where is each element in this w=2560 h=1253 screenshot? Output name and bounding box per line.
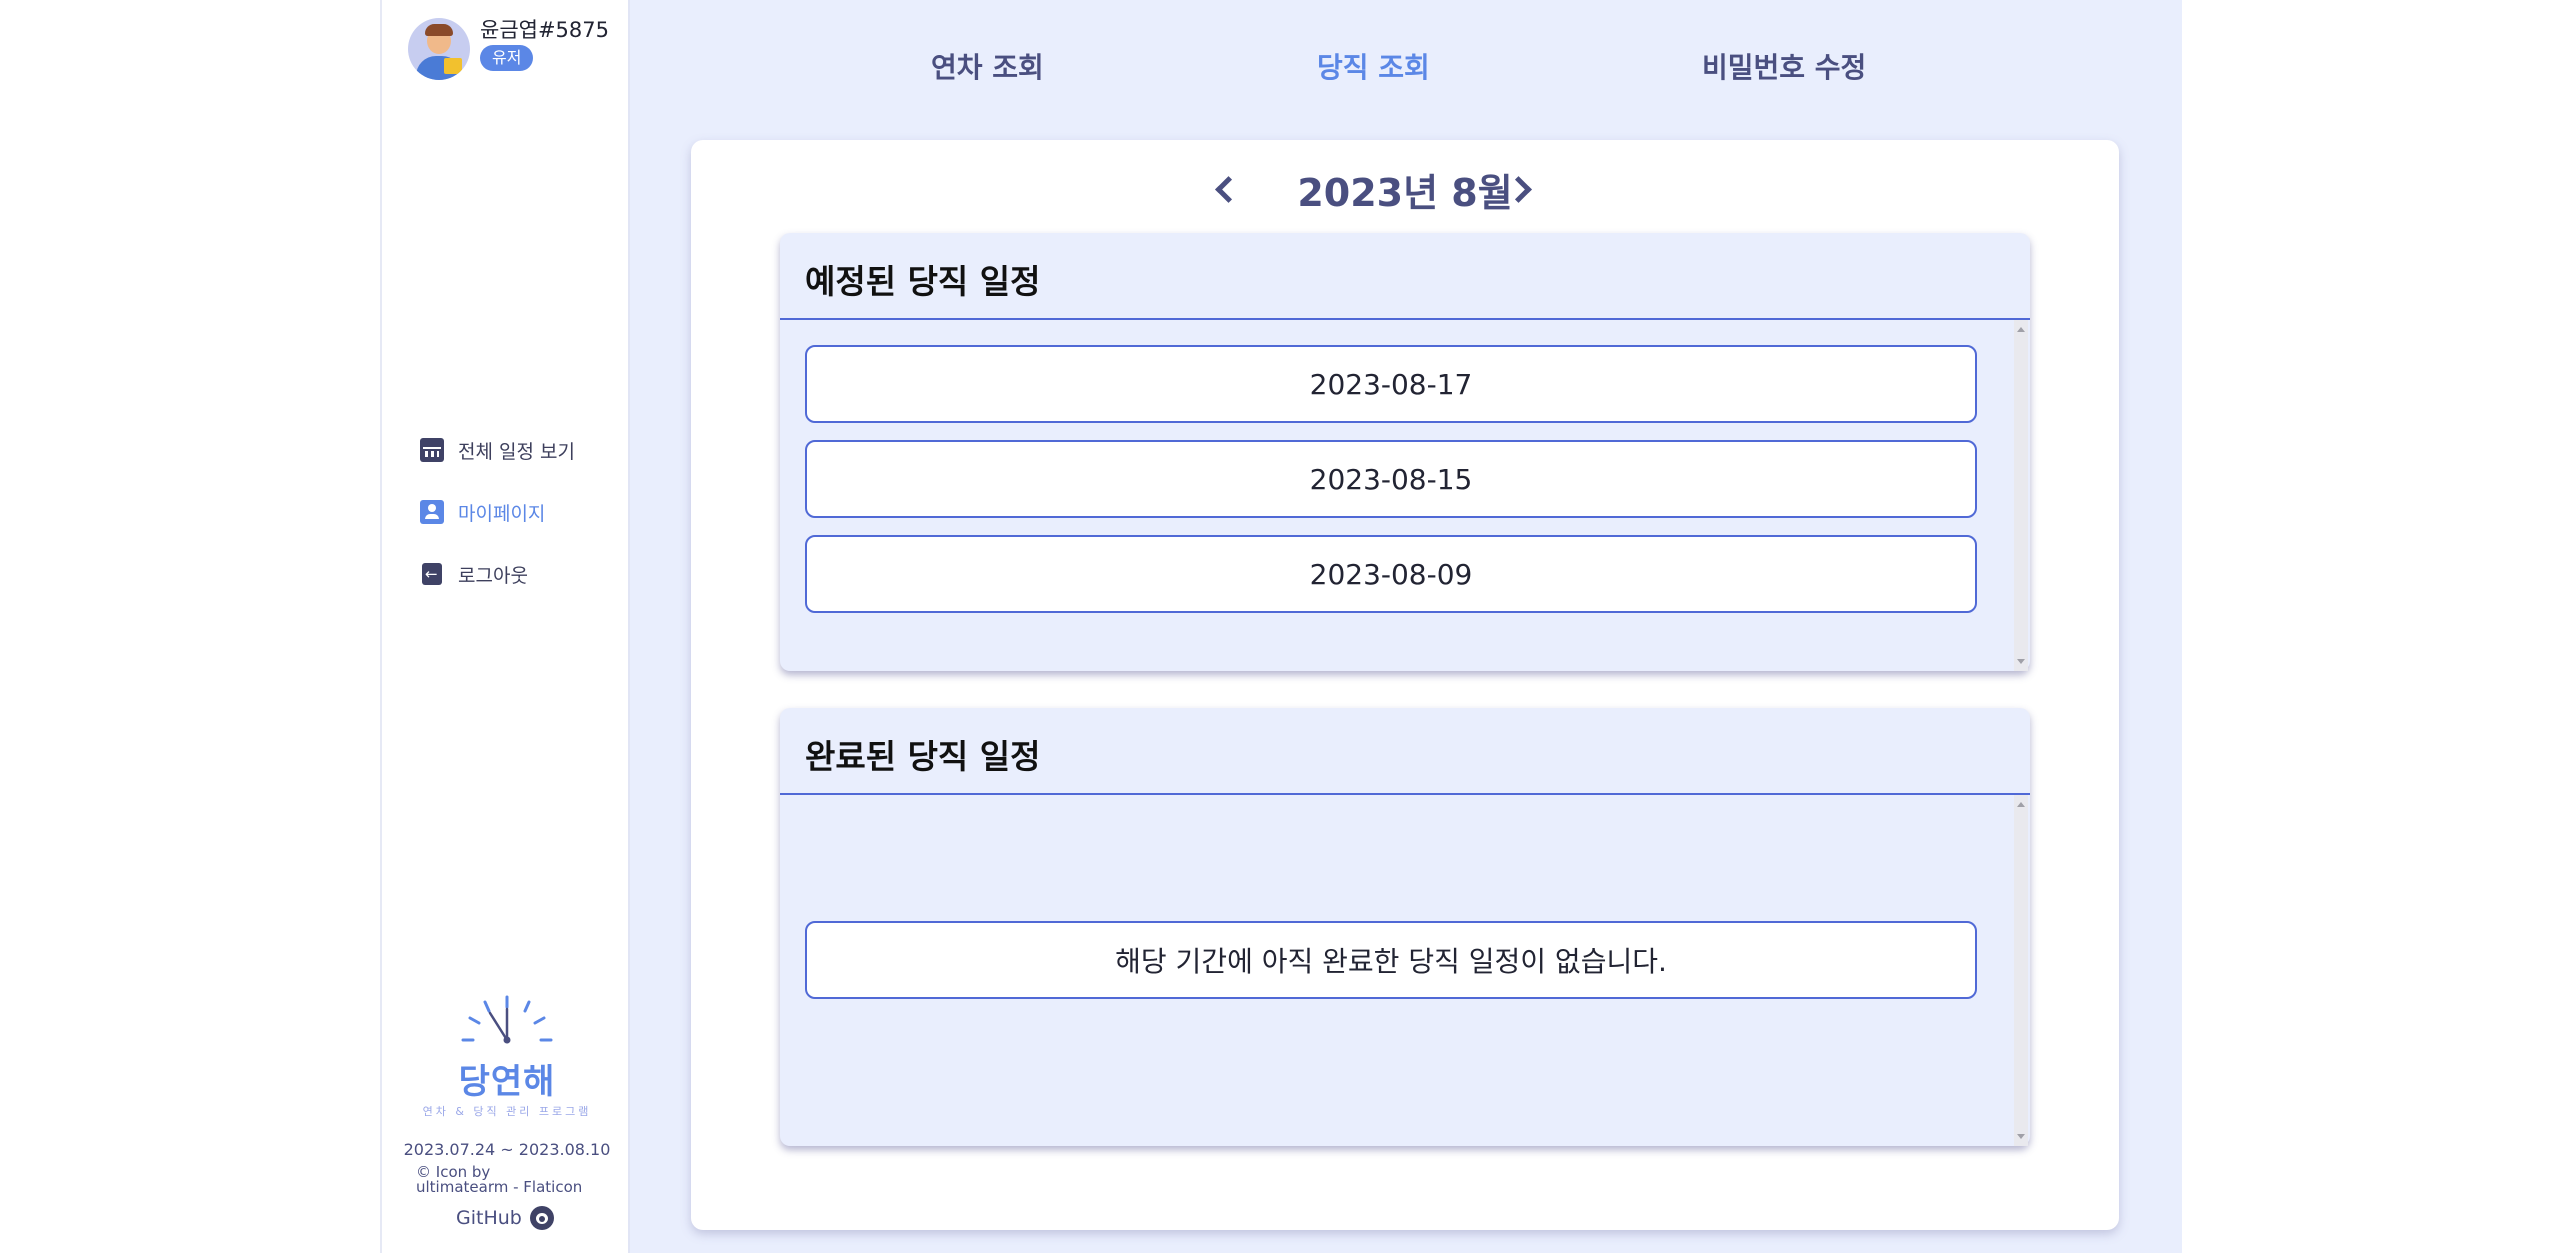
role-badge: 유저 [480, 45, 534, 71]
github-label: GitHub [456, 1207, 522, 1229]
sidebar-item-mypage[interactable]: 마이페이지 [420, 500, 575, 525]
upcoming-duty-card: 예정된 당직 일정 2023-08-17 2023-08-15 2023-08-… [780, 233, 2030, 671]
list-item[interactable]: 2023-08-15 [805, 440, 1977, 518]
sidebar-item-all-schedule[interactable]: 전체 일정 보기 [420, 438, 575, 463]
username: 윤금엽#5875 [480, 18, 609, 42]
upcoming-duty-list: 2023-08-17 2023-08-15 2023-08-09 [780, 320, 2030, 671]
main-content: 연차 조회 당직 조회 비밀번호 수정 2023년 8월 예정된 당직 일정 2… [630, 0, 2182, 1253]
tab-change-password[interactable]: 비밀번호 수정 [1702, 46, 1866, 86]
completed-duty-card: 완료된 당직 일정 해당 기간에 아직 완료한 당직 일정이 없습니다. [780, 708, 2030, 1146]
empty-message: 해당 기간에 아직 완료한 당직 일정이 없습니다. [805, 921, 1977, 999]
sidebar: 윤금엽#5875 유저 전체 일정 보기 마이페이지 로그아웃 [380, 0, 630, 1253]
tab-duty[interactable]: 당직 조회 [1317, 46, 1430, 86]
icon-credit: © Icon by ultimatearm - Flaticon [416, 1165, 582, 1195]
logo-subtitle: 연차 & 당직 관리 프로그램 [422, 1105, 592, 1118]
sidebar-item-label: 전체 일정 보기 [458, 440, 575, 463]
github-icon [529, 1206, 554, 1230]
clock-logo-icon [461, 995, 553, 1044]
month-title: 2023년 8월 [1297, 171, 1513, 215]
logo-title: 당연해 [458, 1062, 556, 1102]
logout-icon [422, 563, 442, 585]
duty-panel: 2023년 8월 예정된 당직 일정 2023-08-17 2023-08-15… [691, 140, 2119, 1230]
tab-annual-leave[interactable]: 연차 조회 [931, 46, 1044, 86]
list-item[interactable]: 2023-08-09 [805, 535, 1977, 613]
sidebar-item-logout[interactable]: 로그아웃 [420, 562, 575, 587]
calendar-icon [420, 438, 444, 462]
completed-duty-title: 완료된 당직 일정 [805, 737, 1041, 776]
github-link[interactable]: GitHub [456, 1206, 554, 1230]
project-period: 2023.07.24 ~ 2023.08.10 [403, 1140, 611, 1159]
app-root: 윤금엽#5875 유저 전체 일정 보기 마이페이지 로그아웃 [380, 0, 2182, 1253]
upcoming-duty-title: 예정된 당직 일정 [805, 262, 1041, 301]
completed-duty-list: 해당 기간에 아직 완료한 당직 일정이 없습니다. [780, 795, 2030, 1146]
sidebar-item-label: 마이페이지 [458, 502, 546, 525]
user-profile: 윤금엽#5875 유저 [408, 18, 609, 80]
sidebar-nav: 전체 일정 보기 마이페이지 로그아웃 [420, 438, 575, 624]
app-logo: 당연해 연차 & 당직 관리 프로그램 [382, 985, 632, 1119]
credit-line-2: ultimatearm - Flaticon [416, 1178, 583, 1196]
month-navigator: 2023년 8월 [691, 158, 2119, 218]
user-profile-icon [420, 500, 444, 524]
avatar [408, 18, 470, 80]
top-tabs: 연차 조회 당직 조회 비밀번호 수정 [630, 46, 2182, 86]
sidebar-item-label: 로그아웃 [458, 564, 528, 587]
scrollbar[interactable] [2014, 795, 2028, 1146]
scrollbar[interactable] [2014, 320, 2028, 671]
list-item[interactable]: 2023-08-17 [805, 345, 1977, 423]
